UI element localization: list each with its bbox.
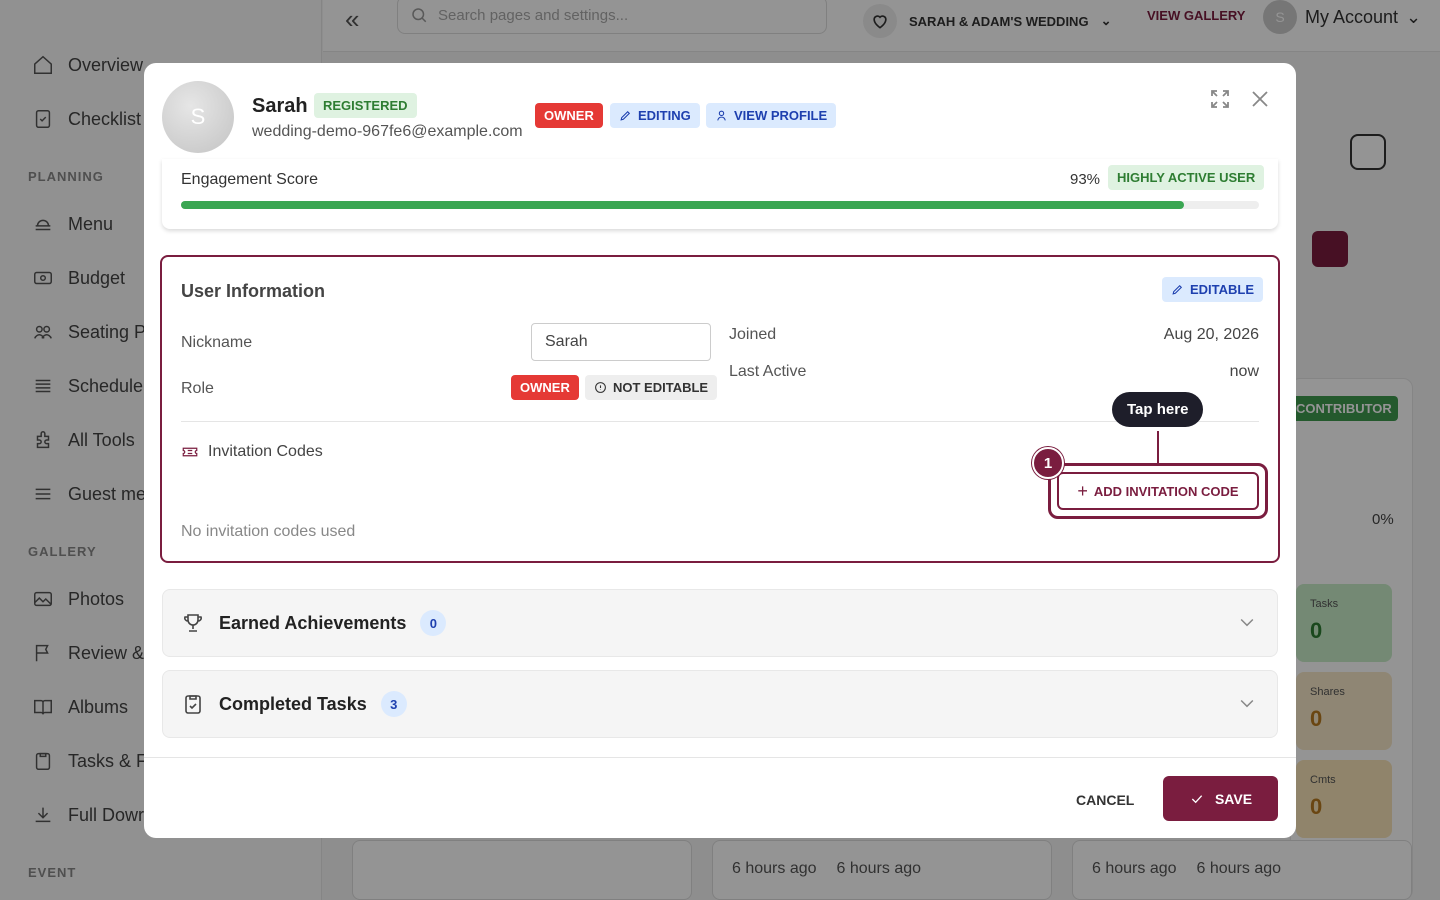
tutorial-step-number: 1	[1032, 447, 1064, 479]
activity-badge: HIGHLY ACTIVE USER	[1108, 165, 1265, 190]
editing-label: EDITING	[638, 108, 691, 123]
last-active-value: now	[1229, 363, 1259, 380]
pencil-icon	[620, 110, 631, 121]
save-label: SAVE	[1214, 790, 1253, 807]
achievements-title: Earned Achievements	[219, 612, 407, 633]
section-title: User Information	[181, 281, 326, 301]
info-icon	[595, 382, 606, 393]
trophy-icon	[184, 614, 202, 632]
add-invitation-code-label: ADD INVITATION CODE	[1093, 483, 1239, 499]
view-profile-label: VIEW PROFILE	[734, 108, 828, 123]
view-profile-button[interactable]: VIEW PROFILE	[706, 103, 837, 128]
registered-badge: REGISTERED	[314, 93, 417, 118]
cancel-button[interactable]: CANCEL	[1062, 782, 1148, 818]
tooltip-connector	[1157, 431, 1159, 463]
role-owner-badge: OWNER	[511, 375, 579, 400]
engagement-progress-fill	[181, 201, 1184, 209]
editable-badge: EDITABLE	[1162, 277, 1264, 302]
modal-footer: CANCEL SAVE	[144, 757, 1296, 838]
engagement-card: Engagement Score 93% HIGHLY ACTIVE USER	[162, 159, 1278, 229]
no-codes-text: No invitation codes used	[181, 523, 356, 540]
pencil-icon	[1172, 284, 1183, 295]
tutorial-tooltip: Tap here	[1112, 392, 1204, 427]
user-details-modal: S Sarah REGISTERED wedding-demo-967fe6@e…	[144, 63, 1296, 838]
joined-value: Aug 20, 2026	[1163, 326, 1259, 343]
chevron-down-icon	[1237, 693, 1257, 718]
engagement-label: Engagement Score	[181, 171, 318, 188]
save-button[interactable]: SAVE	[1163, 776, 1278, 821]
completed-tasks-title: Completed Tasks	[219, 693, 367, 714]
not-editable-badge: NOT EDITABLE	[585, 375, 718, 400]
modal-header: S Sarah REGISTERED wedding-demo-967fe6@e…	[144, 63, 1296, 163]
earned-achievements-accordion[interactable]: Earned Achievements 0	[162, 589, 1278, 657]
close-icon[interactable]	[1248, 87, 1272, 111]
expand-icon[interactable]	[1208, 87, 1232, 111]
user-information-section: User Information EDITABLE Nickname Role …	[160, 255, 1280, 563]
engagement-percent: 93%	[1070, 171, 1101, 188]
add-invitation-code-button[interactable]: + ADD INVITATION CODE	[1057, 472, 1259, 510]
plus-icon: +	[1077, 480, 1088, 501]
check-icon	[1191, 794, 1203, 803]
avatar: S	[162, 81, 234, 153]
user-name: Sarah	[252, 95, 308, 117]
role-label: Role	[181, 380, 214, 397]
clipboard-check-icon	[185, 695, 201, 714]
last-active-label: Last Active	[729, 363, 807, 380]
nickname-label: Nickname	[181, 334, 253, 351]
editable-label: EDITABLE	[1190, 282, 1255, 297]
owner-badge: OWNER	[535, 103, 603, 128]
not-editable-label: NOT EDITABLE	[613, 380, 709, 395]
engagement-progress-track	[181, 201, 1259, 209]
divider	[181, 421, 1259, 422]
invitation-codes-header: Invitation Codes	[181, 443, 323, 461]
completed-tasks-accordion[interactable]: Completed Tasks 3	[162, 670, 1278, 738]
editing-badge: EDITING	[610, 103, 700, 128]
joined-label: Joined	[729, 326, 777, 343]
user-email: wedding-demo-967fe6@example.com	[252, 123, 523, 140]
invitation-codes-title: Invitation Codes	[208, 443, 323, 460]
chevron-down-icon	[1237, 612, 1257, 637]
user-icon	[717, 110, 726, 121]
nickname-input[interactable]	[531, 323, 711, 361]
ticket-icon	[182, 447, 198, 457]
achievements-count: 0	[420, 610, 447, 636]
completed-tasks-count: 3	[380, 691, 407, 717]
